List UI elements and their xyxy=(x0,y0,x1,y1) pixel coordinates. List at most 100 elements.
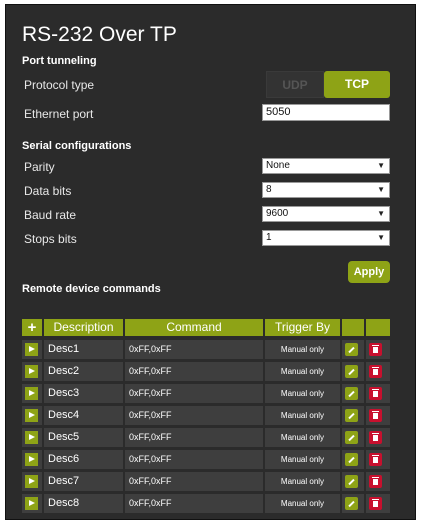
col-edit xyxy=(342,319,364,336)
delete-cell[interactable] xyxy=(366,472,390,491)
ethernet-port-input[interactable]: 5050 xyxy=(262,104,390,121)
protocol-tcp-button[interactable]: TCP xyxy=(324,71,390,98)
stop-bits-label: Stops bits xyxy=(24,232,77,246)
edit-cell[interactable] xyxy=(342,450,364,469)
play-icon[interactable] xyxy=(25,431,38,444)
add-command-button[interactable]: + xyxy=(22,319,42,336)
row-description: Desc5 xyxy=(44,428,123,447)
play-icon[interactable] xyxy=(25,343,38,356)
play-icon[interactable] xyxy=(25,409,38,422)
delete-cell[interactable] xyxy=(366,450,390,469)
edit-cell[interactable] xyxy=(342,406,364,425)
pencil-icon[interactable] xyxy=(345,409,358,422)
pencil-icon[interactable] xyxy=(345,453,358,466)
play-icon[interactable] xyxy=(25,475,38,488)
delete-cell[interactable] xyxy=(366,340,390,359)
serial-config-heading: Serial configurations xyxy=(22,140,132,152)
protocol-udp-button[interactable]: UDP xyxy=(266,71,324,98)
run-cell[interactable] xyxy=(22,362,42,381)
protocol-type-label: Protocol type xyxy=(24,78,95,92)
col-trigger-by: Trigger By xyxy=(265,319,340,336)
run-cell[interactable] xyxy=(22,384,42,403)
pencil-icon[interactable] xyxy=(345,431,358,444)
rs232-panel: RS-232 Over TP Port tunneling Protocol t… xyxy=(5,4,416,520)
stop-bits-select[interactable]: 1 ▼ xyxy=(262,230,390,246)
pencil-icon[interactable] xyxy=(345,343,358,356)
table-row: Desc6 0xFF,0xFF Manual only xyxy=(22,450,390,469)
ethernet-port-label: Ethernet port xyxy=(24,107,94,121)
pencil-icon[interactable] xyxy=(345,365,358,378)
row-description: Desc8 xyxy=(44,494,123,513)
row-trigger: Manual only xyxy=(265,472,340,491)
row-trigger: Manual only xyxy=(265,428,340,447)
trash-icon[interactable] xyxy=(369,409,382,422)
play-icon[interactable] xyxy=(25,453,38,466)
trash-icon[interactable] xyxy=(369,497,382,510)
row-description: Desc1 xyxy=(44,340,123,359)
run-cell[interactable] xyxy=(22,428,42,447)
baud-rate-value: 9600 xyxy=(266,208,289,219)
edit-cell[interactable] xyxy=(342,494,364,513)
pencil-icon[interactable] xyxy=(345,387,358,400)
row-trigger: Manual only xyxy=(265,494,340,513)
caret-down-icon: ▼ xyxy=(377,209,385,218)
data-bits-value: 8 xyxy=(266,184,272,195)
trash-icon[interactable] xyxy=(369,365,382,378)
pencil-icon[interactable] xyxy=(345,475,358,488)
baud-rate-label: Baud rate xyxy=(24,208,77,222)
play-icon[interactable] xyxy=(25,387,38,400)
caret-down-icon: ▼ xyxy=(377,233,385,242)
data-bits-select[interactable]: 8 ▼ xyxy=(262,182,390,198)
row-trigger: Manual only xyxy=(265,340,340,359)
col-command: Command xyxy=(125,319,263,336)
run-cell[interactable] xyxy=(22,450,42,469)
row-description: Desc2 xyxy=(44,362,123,381)
delete-cell[interactable] xyxy=(366,362,390,381)
table-row: Desc1 0xFF,0xFF Manual only xyxy=(22,340,390,359)
row-description: Desc7 xyxy=(44,472,123,491)
edit-cell[interactable] xyxy=(342,428,364,447)
table-row: Desc2 0xFF,0xFF Manual only xyxy=(22,362,390,381)
trash-icon[interactable] xyxy=(369,343,382,356)
trash-icon[interactable] xyxy=(369,453,382,466)
delete-cell[interactable] xyxy=(366,384,390,403)
table-row: Desc5 0xFF,0xFF Manual only xyxy=(22,428,390,447)
row-trigger: Manual only xyxy=(265,384,340,403)
run-cell[interactable] xyxy=(22,340,42,359)
edit-cell[interactable] xyxy=(342,340,364,359)
col-description: Description xyxy=(44,319,123,336)
table-row: Desc8 0xFF,0xFF Manual only xyxy=(22,494,390,513)
table-row: Desc7 0xFF,0xFF Manual only xyxy=(22,472,390,491)
edit-cell[interactable] xyxy=(342,472,364,491)
page-title: RS-232 Over TP xyxy=(22,23,177,46)
table-row: Desc4 0xFF,0xFF Manual only xyxy=(22,406,390,425)
row-trigger: Manual only xyxy=(265,406,340,425)
trash-icon[interactable] xyxy=(369,387,382,400)
row-command: 0xFF,0xFF xyxy=(125,340,263,359)
play-icon[interactable] xyxy=(25,365,38,378)
delete-cell[interactable] xyxy=(366,428,390,447)
edit-cell[interactable] xyxy=(342,362,364,381)
play-icon[interactable] xyxy=(25,497,38,510)
caret-down-icon: ▼ xyxy=(377,161,385,170)
run-cell[interactable] xyxy=(22,494,42,513)
edit-cell[interactable] xyxy=(342,384,364,403)
parity-select[interactable]: None ▼ xyxy=(262,158,390,174)
run-cell[interactable] xyxy=(22,406,42,425)
row-command: 0xFF,0xFF xyxy=(125,494,263,513)
port-tunneling-heading: Port tunneling xyxy=(22,55,97,67)
data-bits-label: Data bits xyxy=(24,184,72,198)
baud-rate-select[interactable]: 9600 ▼ xyxy=(262,206,390,222)
run-cell[interactable] xyxy=(22,472,42,491)
pencil-icon[interactable] xyxy=(345,497,358,510)
delete-cell[interactable] xyxy=(366,494,390,513)
row-description: Desc4 xyxy=(44,406,123,425)
apply-button[interactable]: Apply xyxy=(348,261,390,283)
stop-bits-value: 1 xyxy=(266,232,272,243)
parity-value: None xyxy=(266,160,290,171)
row-trigger: Manual only xyxy=(265,362,340,381)
trash-icon[interactable] xyxy=(369,431,382,444)
row-command: 0xFF,0xFF xyxy=(125,384,263,403)
trash-icon[interactable] xyxy=(369,475,382,488)
delete-cell[interactable] xyxy=(366,406,390,425)
